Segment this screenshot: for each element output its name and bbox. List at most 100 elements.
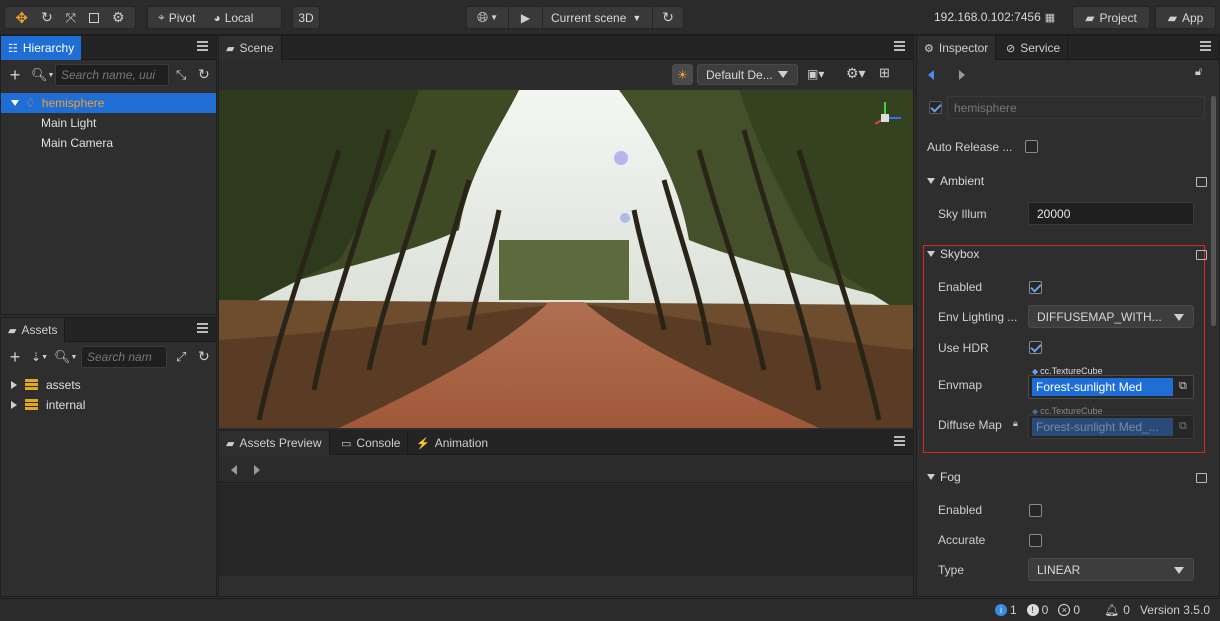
scale-tool-icon[interactable]: ⤧ — [66, 10, 76, 26]
sort-icon[interactable]: ⇣ — [31, 350, 41, 364]
rect-tool-icon[interactable] — [89, 12, 99, 23]
preview-platform-button[interactable]: 🌐︎ ▼ — [467, 7, 509, 28]
refresh-icon[interactable]: ↻ — [198, 66, 210, 83]
tree-item-main-light[interactable]: Main Light — [1, 113, 216, 133]
scene-select[interactable]: Current scene ▼ — [543, 7, 653, 28]
fog-type-value: LINEAR — [1037, 563, 1081, 577]
assets-tabbar: ▰ Assets — [1, 318, 216, 342]
env-lighting-select[interactable]: DIFFUSEMAP_WITH... — [1028, 305, 1194, 328]
sky-illum-input[interactable]: 20000 — [1028, 202, 1194, 225]
local-button[interactable]: ◕ Local — [205, 7, 261, 28]
tab-inspector[interactable]: ⚙ Inspector — [917, 36, 997, 60]
tab-hierarchy[interactable]: ☷ Hierarchy — [1, 36, 82, 60]
asset-picker-icon[interactable]: ⧉ — [1179, 380, 1187, 393]
envmap-asset-field[interactable]: Forest-sunlight Med ⧉ — [1028, 375, 1194, 399]
refresh-icon[interactable]: ↻ — [198, 348, 210, 365]
hierarchy-search-input[interactable]: Search name, uui — [55, 64, 169, 86]
warn-count[interactable]: ! 0 — [1026, 603, 1048, 617]
panel-menu-icon[interactable] — [894, 41, 905, 51]
fog-accurate-checkbox[interactable] — [1029, 534, 1042, 547]
fog-type-select[interactable]: LINEAR — [1028, 558, 1194, 581]
collapse-icon — [927, 251, 935, 257]
tab-animation-label: Animation — [434, 436, 489, 450]
next-icon[interactable] — [254, 465, 260, 475]
panel-menu-icon[interactable] — [197, 323, 208, 333]
node-name-input[interactable]: hemisphere — [947, 96, 1205, 119]
search-icon[interactable]: 🔍︎ — [54, 349, 71, 365]
panel-menu-icon[interactable] — [197, 41, 208, 51]
link-icon: ⊘ — [1006, 42, 1016, 55]
skybox-enabled-checkbox[interactable] — [1029, 281, 1042, 294]
add-icon[interactable]: + — [7, 65, 23, 86]
lock-icon[interactable]: 🔓︎ — [1195, 66, 1202, 79]
collapse-icon — [927, 178, 935, 184]
node-active-checkbox[interactable] — [929, 101, 942, 114]
scene-viewport[interactable] — [219, 90, 913, 428]
asset-picker-icon: ⧉ — [1179, 420, 1187, 432]
play-button[interactable]: ▶ — [509, 7, 543, 28]
expand-all-icon[interactable]: ⤢ — [176, 349, 186, 365]
tab-scene[interactable]: ▰ Scene — [219, 36, 282, 60]
add-icon[interactable]: + — [7, 347, 23, 368]
project-button[interactable]: ▰ Project — [1072, 6, 1150, 29]
console-icon: ▭ — [341, 437, 352, 450]
back-icon[interactable] — [928, 70, 934, 80]
globe-icon: ◕ — [213, 10, 221, 25]
tab-animation[interactable]: ⚡ Animation — [409, 431, 495, 455]
tab-assets-preview[interactable]: ▰ Assets Preview — [219, 431, 330, 455]
asset-folder-internal[interactable]: internal — [1, 395, 216, 415]
ambient-header[interactable]: Ambient — [927, 171, 1207, 191]
auto-release-checkbox[interactable] — [1025, 140, 1038, 153]
docs-icon[interactable] — [1196, 177, 1207, 187]
3d-toggle-button[interactable]: 3D — [292, 6, 320, 29]
asset-label: internal — [46, 398, 86, 412]
tab-service[interactable]: ⊘ Service — [999, 36, 1069, 60]
collapse-icon[interactable]: ⤡ — [176, 67, 186, 83]
search-icon[interactable]: 🔍︎ — [31, 67, 48, 83]
qrcode-icon[interactable]: ▦ — [1045, 11, 1055, 24]
play-group: 🌐︎ ▼ ▶ Current scene ▼ ↻ — [466, 6, 684, 29]
panel-menu-icon[interactable] — [1200, 41, 1211, 51]
envmap-value: Forest-sunlight Med — [1036, 380, 1143, 394]
use-hdr-checkbox[interactable] — [1029, 341, 1042, 354]
move-tool-icon[interactable]: ✥ — [15, 9, 28, 27]
forward-icon[interactable] — [959, 70, 965, 80]
ambient-title: Ambient — [940, 174, 985, 188]
error-count[interactable]: × 0 — [1058, 603, 1080, 617]
skybox-header[interactable]: Skybox — [927, 244, 1207, 264]
folder-icon: ▰ — [1085, 10, 1095, 25]
docs-icon[interactable] — [1196, 250, 1207, 260]
tree-item-main-camera[interactable]: Main Camera — [1, 133, 216, 153]
asset-folder-assets[interactable]: assets — [1, 375, 216, 395]
assets-search-input[interactable]: Search nam — [81, 346, 167, 368]
app-button[interactable]: ▰ App — [1155, 6, 1216, 29]
expand-icon[interactable] — [11, 401, 17, 409]
camera-select[interactable]: Default De... — [697, 64, 798, 85]
notification-count[interactable]: 🔔︎ 0 — [1104, 603, 1130, 617]
expand-icon[interactable] — [11, 100, 19, 106]
refresh-button[interactable]: ↻ — [653, 7, 683, 28]
fog-header[interactable]: Fog — [927, 467, 1207, 487]
prev-icon[interactable] — [231, 465, 237, 475]
crosshair-icon: ⌖ — [158, 10, 165, 24]
camera-settings-icon[interactable]: ▣▾ — [807, 67, 824, 81]
info-count[interactable]: i1 — [994, 603, 1017, 617]
rotate-tool-icon[interactable]: ↻ — [41, 9, 53, 26]
gear-icon[interactable]: ⚙ — [112, 9, 125, 26]
lighting-toggle[interactable]: ☀ — [672, 64, 693, 85]
panel-menu-icon[interactable] — [894, 436, 905, 446]
pivot-button[interactable]: ⌖ Pivot — [148, 7, 205, 28]
grid-icon[interactable]: ⊞ — [879, 65, 890, 81]
info-count-text: 1 — [1009, 603, 1017, 617]
node-icon: ♢ — [25, 96, 36, 110]
inspector-scrollbar[interactable] — [1211, 96, 1216, 326]
tab-service-label: Service — [1020, 41, 1061, 55]
tab-console[interactable]: ▭ Console — [334, 431, 409, 455]
fog-enabled-checkbox[interactable] — [1029, 504, 1042, 517]
docs-icon[interactable] — [1196, 473, 1207, 483]
tab-assets[interactable]: ▰ Assets — [1, 318, 66, 342]
gear-icon[interactable]: ⚙▾ — [846, 65, 866, 82]
tree-item-hemisphere[interactable]: ♢ hemisphere — [1, 93, 216, 113]
expand-icon[interactable] — [11, 381, 17, 389]
image-icon: ▰ — [226, 437, 235, 450]
